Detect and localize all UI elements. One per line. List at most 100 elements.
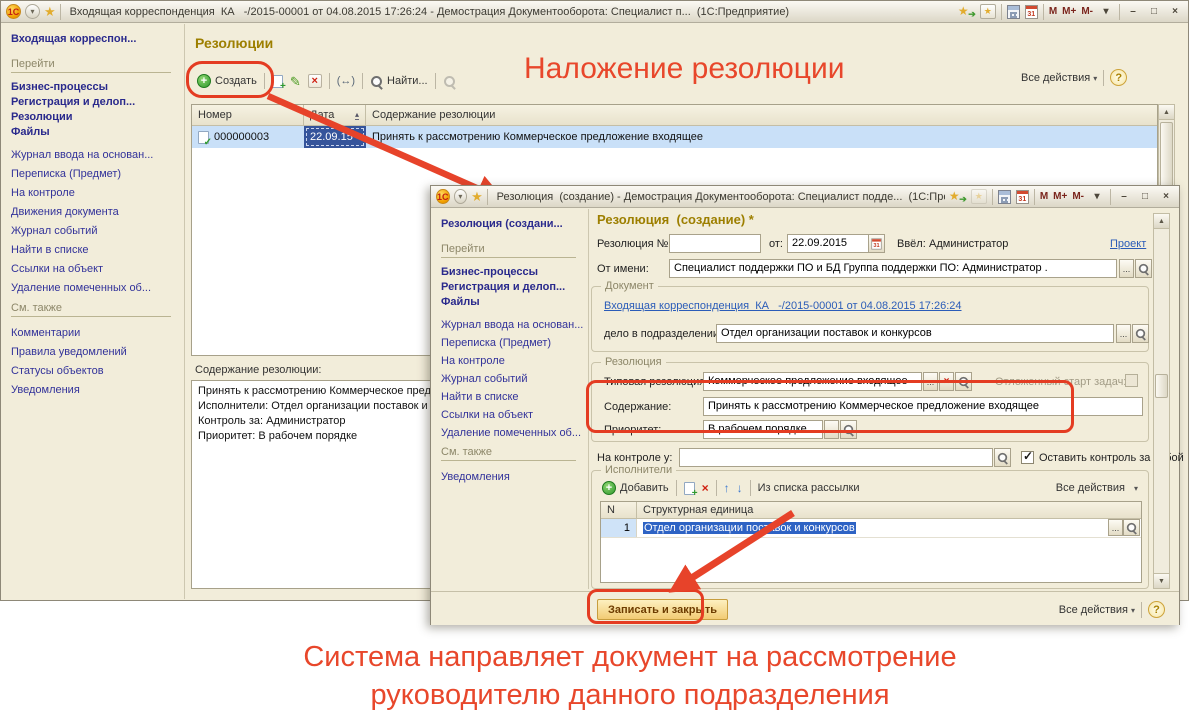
- all-actions-button[interactable]: Все действия: [1021, 72, 1097, 84]
- copy-item-icon[interactable]: [684, 482, 695, 495]
- set-interval-icon[interactable]: (↔): [337, 75, 355, 87]
- column-header-content[interactable]: Содержание резолюции: [366, 105, 1157, 125]
- sidebar-item-event-journal[interactable]: Журнал событий: [11, 222, 178, 241]
- close-button[interactable]: ×: [1167, 5, 1183, 19]
- sidebar-item-registration[interactable]: Регистрация и делоп...: [441, 280, 582, 295]
- executor-lookup-button[interactable]: [1123, 519, 1140, 536]
- favorites-list-icon[interactable]: ★: [971, 189, 987, 204]
- minimize-button[interactable]: –: [1125, 5, 1141, 19]
- memory-mplus-button[interactable]: M+: [1062, 6, 1076, 17]
- minimize-button[interactable]: –: [1116, 190, 1132, 204]
- sidebar-item-delete-marked[interactable]: Удаление помеченных об...: [11, 279, 178, 298]
- sidebar-item-delete-marked[interactable]: Удаление помеченных об...: [441, 424, 582, 442]
- scroll-up-icon[interactable]: ▲: [1159, 105, 1174, 120]
- move-down-icon[interactable]: ↓: [737, 481, 743, 495]
- scroll-thumb[interactable]: [1155, 374, 1168, 398]
- sidebar-item-find-in-list[interactable]: Найти в списке: [441, 388, 582, 406]
- titlebar-chevron-icon[interactable]: ▾: [1089, 190, 1105, 204]
- add-to-favorites-icon[interactable]: ★➔: [949, 189, 966, 204]
- sidebar-item-correspondence[interactable]: Переписка (Предмет): [441, 334, 582, 352]
- titlebar-chevron-icon[interactable]: ▾: [1098, 5, 1114, 19]
- find-button[interactable]: Найти...: [370, 75, 428, 88]
- sidebar-item-object-statuses[interactable]: Статусы объектов: [11, 362, 178, 381]
- scroll-up-icon[interactable]: ▲: [1154, 214, 1169, 229]
- calculator-icon[interactable]: [1007, 5, 1020, 19]
- calendar-icon[interactable]: 31: [1025, 5, 1038, 19]
- add-executor-button[interactable]: + Добавить: [602, 481, 669, 495]
- executor-ellipsis-button[interactable]: ...: [1108, 519, 1123, 536]
- column-header-unit[interactable]: Структурная единица: [637, 502, 1141, 518]
- sidebar-item-registration[interactable]: Регистрация и делоп...: [11, 95, 178, 110]
- from-ellipsis-button[interactable]: ...: [1119, 259, 1134, 278]
- sidebar-item-business-processes[interactable]: Бизнес-процессы: [11, 80, 178, 95]
- document-link[interactable]: Входящая корреспонденция КА -/2015-00001…: [604, 300, 962, 312]
- favorites-star-icon[interactable]: ★: [471, 190, 483, 203]
- maximize-button[interactable]: □: [1146, 5, 1162, 19]
- sidebar-item-notification-rules[interactable]: Правила уведомлений: [11, 343, 178, 362]
- clear-search-icon[interactable]: [443, 75, 456, 88]
- sidebar-item-files[interactable]: Файлы: [441, 295, 582, 310]
- close-button[interactable]: ×: [1158, 190, 1174, 204]
- move-up-icon[interactable]: ↑: [724, 481, 730, 495]
- help-button[interactable]: ?: [1110, 69, 1127, 86]
- from-input[interactable]: Специалист поддержки ПО и БД Группа подд…: [669, 259, 1117, 278]
- executors-all-actions-button[interactable]: Все действия: [1056, 482, 1138, 494]
- dept-lookup-button[interactable]: [1132, 324, 1149, 343]
- sidebar-item-object-links[interactable]: Ссылки на объект: [11, 260, 178, 279]
- column-header-number[interactable]: Номер: [192, 105, 304, 125]
- executor-unit-value[interactable]: Отдел организации поставок и конкурсов: [643, 522, 856, 534]
- executor-row[interactable]: 1 Отдел организации поставок и конкурсов…: [601, 519, 1141, 538]
- from-mailing-list-button[interactable]: Из списка рассылки: [758, 482, 860, 494]
- from-lookup-button[interactable]: [1135, 259, 1152, 278]
- favorites-list-icon[interactable]: ★: [980, 4, 996, 19]
- memory-mminus-button[interactable]: M-: [1072, 191, 1084, 202]
- calendar-icon[interactable]: 31: [1016, 190, 1029, 204]
- sidebar-item-entry-journal[interactable]: Журнал ввода на основан...: [11, 146, 178, 165]
- date-picker-button[interactable]: 31: [868, 234, 885, 253]
- deferred-start-checkbox[interactable]: [1125, 374, 1138, 387]
- project-link[interactable]: Проект: [1110, 238, 1146, 250]
- sidebar-item-entry-journal[interactable]: Журнал ввода на основан...: [441, 316, 582, 334]
- sidebar-item-correspondence[interactable]: Переписка (Предмет): [11, 165, 178, 184]
- sidebar-item-notifications[interactable]: Уведомления: [11, 381, 178, 400]
- column-header-date[interactable]: Дата ▴: [304, 105, 366, 125]
- column-header-n[interactable]: N: [601, 502, 637, 518]
- memory-mminus-button[interactable]: M-: [1081, 6, 1093, 17]
- form-scrollbar[interactable]: ▲ ▼: [1153, 213, 1170, 589]
- bottom-all-actions-button[interactable]: Все действия: [1059, 604, 1135, 616]
- delete-executor-icon[interactable]: ×: [702, 481, 709, 495]
- sidebar-item-business-processes[interactable]: Бизнес-процессы: [441, 265, 582, 280]
- scroll-down-icon[interactable]: ▼: [1154, 573, 1169, 588]
- number-input[interactable]: [669, 234, 761, 253]
- add-to-favorites-icon[interactable]: ★➔: [958, 4, 975, 19]
- calculator-icon[interactable]: [998, 190, 1011, 204]
- memory-m-button[interactable]: M: [1040, 191, 1048, 202]
- edit-pencil-icon[interactable]: ✎: [290, 75, 301, 88]
- memory-m-button[interactable]: M: [1049, 6, 1057, 17]
- memory-mplus-button[interactable]: M+: [1053, 191, 1067, 202]
- sidebar-item-notifications[interactable]: Уведомления: [441, 468, 582, 486]
- system-menu-chevron-icon[interactable]: ▾: [454, 189, 468, 204]
- row-date-selected-cell[interactable]: 22.09.15: [304, 126, 366, 148]
- keep-control-checkbox[interactable]: [1021, 451, 1034, 464]
- table-row[interactable]: 000000003 22.09.15 Принять к рассмотрени…: [192, 126, 1157, 148]
- sidebar-root-link[interactable]: Входящая корреспон...: [11, 33, 178, 45]
- dept-ellipsis-button[interactable]: ...: [1116, 324, 1131, 343]
- sidebar-root-link[interactable]: Резолюция (создани...: [441, 218, 582, 230]
- favorites-star-icon[interactable]: ★: [44, 5, 56, 18]
- delete-icon[interactable]: ×: [308, 74, 322, 88]
- maximize-button[interactable]: □: [1137, 190, 1153, 204]
- control-lookup-button[interactable]: [994, 448, 1011, 467]
- system-menu-chevron-icon[interactable]: ▾: [25, 4, 40, 19]
- sidebar-item-doc-movements[interactable]: Движения документа: [11, 203, 178, 222]
- sidebar-item-comments[interactable]: Комментарии: [11, 324, 178, 343]
- sidebar-item-find-in-list[interactable]: Найти в списке: [11, 241, 178, 260]
- dept-input[interactable]: Отдел организации поставок и конкурсов: [716, 324, 1114, 343]
- sidebar-item-object-links[interactable]: Ссылки на объект: [441, 406, 582, 424]
- control-input[interactable]: [679, 448, 993, 467]
- sidebar-item-on-control[interactable]: На контроле: [441, 352, 582, 370]
- sidebar-item-event-journal[interactable]: Журнал событий: [441, 370, 582, 388]
- sidebar-item-files[interactable]: Файлы: [11, 125, 178, 140]
- sidebar-item-resolutions[interactable]: Резолюции: [11, 110, 178, 125]
- help-button[interactable]: ?: [1148, 601, 1165, 618]
